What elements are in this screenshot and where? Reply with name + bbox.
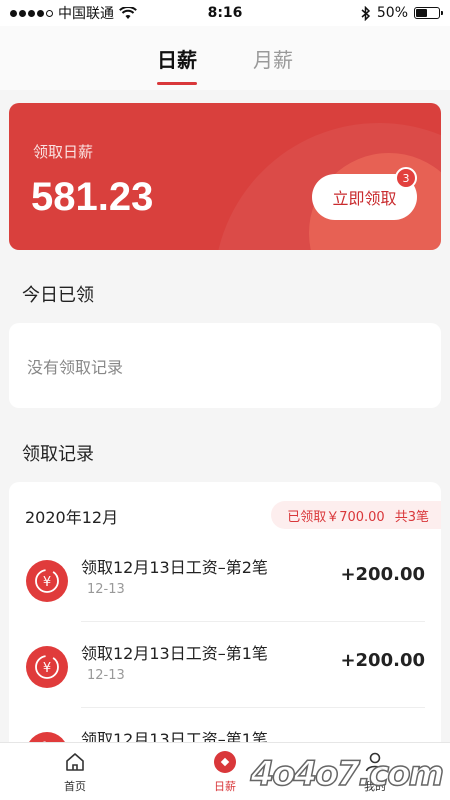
records-summary-claimed: 已领取￥700.00 (287, 509, 385, 525)
today-claimed-card: 没有领取记录 (9, 323, 441, 408)
tab-daily-pay-label: 日薪 (157, 47, 197, 72)
tab-daily-pay[interactable]: 日薪 (153, 38, 201, 85)
record-title: 领取12月13日工资–第1笔 (81, 644, 268, 663)
status-right: 50% (361, 5, 443, 21)
records-summary-count: 共3笔 (394, 509, 429, 525)
wifi-icon (119, 6, 137, 19)
battery-percent: 50% (376, 5, 408, 21)
record-date: 12-13 (87, 582, 125, 597)
carrier-label: 中国联通 (58, 6, 114, 22)
salary-tabs: 日薪 月薪 (0, 26, 450, 90)
daily-pay-icon (212, 749, 238, 775)
status-bar: 中国联通 8:16 50% (0, 0, 450, 26)
nav-daily-pay-label: 日薪 (214, 780, 236, 793)
record-item[interactable]: ¥ 领取12月13日工资–第2笔 12-13 +200.00 (9, 536, 441, 622)
site-watermark-logo: 4o4o7.com (250, 753, 445, 795)
hero-amount: 581.23 (31, 175, 154, 219)
record-title: 领取12月13日工资–第2笔 (81, 558, 268, 577)
record-amount: +200.00 (340, 564, 425, 585)
record-amount: +200.00 (340, 650, 425, 671)
records-summary: 已领取￥700.00 共3笔 (271, 501, 441, 529)
records-month: 2020年12月 (25, 508, 119, 527)
battery-icon (414, 7, 443, 19)
bluetooth-icon (361, 5, 370, 21)
records-card: 2020年12月 已领取￥700.00 共3笔 ¥ 领取12月13日工资–第2笔… (9, 482, 441, 782)
signal-dots-icon (10, 9, 53, 17)
yuan-coin-icon: ¥ (26, 560, 68, 602)
tab-monthly-pay-label: 月薪 (253, 47, 293, 72)
empty-state-text: 没有领取记录 (27, 357, 124, 377)
records-title: 领取记录 (22, 444, 94, 465)
record-item[interactable]: ¥ 领取12月13日工资–第1笔 12-13 +200.00 (9, 622, 441, 708)
hero-label: 领取日薪 (33, 143, 94, 161)
active-tab-indicator (157, 81, 197, 85)
status-left: 中国联通 (10, 3, 137, 23)
yuan-coin-icon: ¥ (26, 646, 68, 688)
home-icon (62, 749, 88, 775)
battery-fill (416, 9, 427, 17)
claim-count-badge: 3 (395, 167, 417, 189)
nav-home[interactable]: 首页 (35, 749, 115, 794)
record-date: 12-13 (87, 668, 125, 683)
nav-home-label: 首页 (64, 780, 86, 793)
today-claimed-title: 今日已领 (22, 285, 94, 306)
tab-monthly-pay[interactable]: 月薪 (249, 38, 297, 79)
svg-text:¥: ¥ (43, 575, 51, 590)
daily-pay-card: 领取日薪 581.23 立即领取 3 (9, 103, 441, 250)
svg-text:¥: ¥ (43, 661, 51, 676)
